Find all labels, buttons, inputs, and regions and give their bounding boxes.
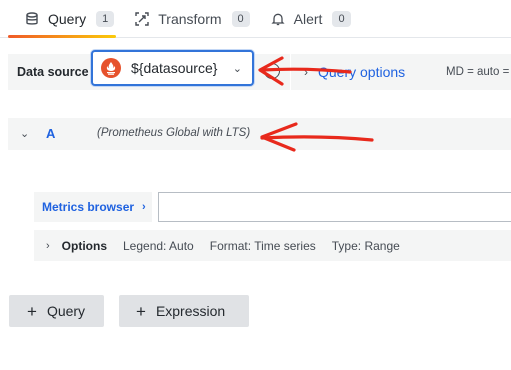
tab-alert[interactable]: Alert 0 — [260, 0, 361, 38]
query-name[interactable]: A — [46, 126, 55, 141]
chevron-down-icon[interactable]: ⌄ — [20, 127, 29, 140]
options-title: Options — [61, 238, 107, 253]
data-source-label: Data source — [17, 65, 89, 79]
add-expression-label: Expression — [155, 303, 226, 319]
tab-query-label: Query — [48, 10, 87, 27]
query-options-toggle[interactable]: › Query options — [304, 54, 405, 90]
chevron-right-icon: › — [304, 65, 308, 79]
metrics-browser-row: Metrics browser › — [34, 192, 511, 222]
tab-transform-label: Transform — [158, 10, 222, 27]
bell-icon — [270, 11, 286, 27]
metrics-browser-button[interactable]: Metrics browser › — [34, 192, 152, 222]
tab-alert-label: Alert — [293, 10, 323, 27]
query-editor-tabs: Query 1 Transform 0 Alert 0 — [0, 0, 511, 38]
data-source-picker[interactable]: ${datasource} ⌄ — [91, 50, 254, 86]
tab-transform-count: 0 — [231, 10, 250, 27]
help-icon[interactable] — [264, 63, 280, 79]
query-options-label: Query options — [318, 64, 406, 80]
add-query-label: Query — [46, 303, 86, 319]
tab-alert-count: 0 — [332, 10, 351, 27]
tab-transform[interactable]: Transform 0 — [124, 0, 259, 38]
chevron-right-icon: › — [142, 201, 146, 213]
tab-query-count: 1 — [96, 10, 115, 27]
chevron-right-icon: › — [46, 239, 50, 252]
tab-query[interactable]: Query 1 — [0, 0, 124, 38]
options-format: Format: Time series — [209, 238, 316, 253]
options-legend: Legend: Auto — [123, 238, 194, 253]
metrics-browser-label: Metrics browser — [42, 200, 135, 214]
plus-icon: + — [136, 301, 146, 321]
prometheus-logo-icon — [101, 58, 121, 78]
add-query-button[interactable]: + Query — [9, 295, 104, 327]
query-datasource-name: (Prometheus Global with LTS) — [97, 127, 251, 139]
options-type: Type: Range — [331, 238, 400, 253]
query-options-summary: MD = auto = 8 — [446, 66, 511, 78]
database-icon — [24, 11, 40, 27]
divider — [290, 54, 291, 90]
query-row-header[interactable]: ⌄ A (Prometheus Global with LTS) — [8, 118, 511, 150]
transform-icon — [134, 11, 150, 27]
chevron-down-icon: ⌄ — [232, 63, 242, 75]
query-expression-input[interactable] — [158, 192, 511, 222]
plus-icon: + — [27, 301, 37, 321]
query-options-row[interactable]: › Options Legend: Auto Format: Time seri… — [34, 230, 511, 261]
data-source-value: ${datasource} — [131, 60, 218, 76]
add-expression-button[interactable]: + Expression — [119, 295, 249, 327]
data-source-row: Data source ${datasource} ⌄ › Query opti… — [8, 50, 511, 90]
